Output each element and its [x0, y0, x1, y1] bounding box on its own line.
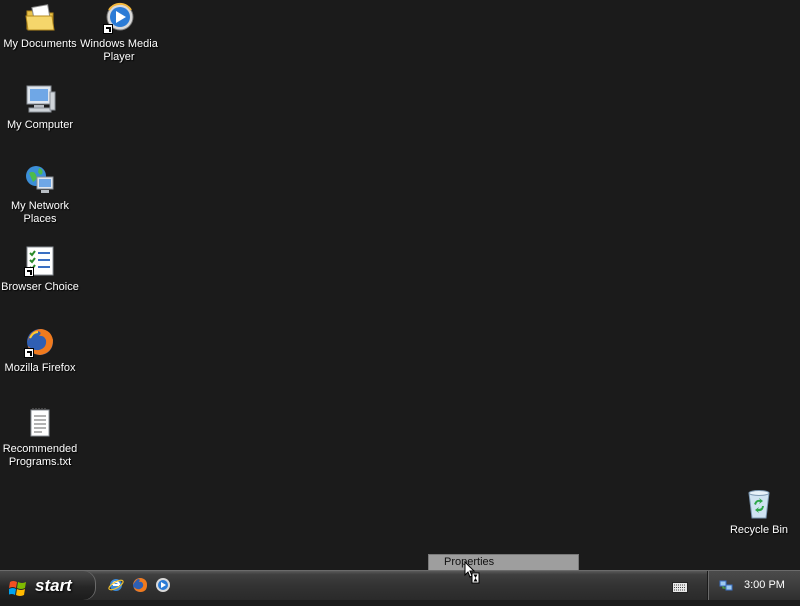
- desktop-icon-recycle-bin[interactable]: Recycle Bin: [719, 488, 799, 537]
- keyboard-icon[interactable]: [672, 580, 688, 593]
- desktop-icon-label: Windows Media Player: [80, 38, 158, 63]
- shortcut-arrow-icon: [103, 24, 113, 34]
- text-file-icon: [24, 407, 56, 439]
- desktop-icon-mozilla-firefox[interactable]: Mozilla Firefox: [0, 326, 80, 375]
- desktop-icon-recommended-programs[interactable]: Recommended Programs.txt: [0, 407, 80, 469]
- desktop: My Documents Windows Media Player My Com…: [0, 0, 800, 570]
- my-documents-icon: [24, 2, 56, 34]
- firefox-icon[interactable]: [132, 577, 148, 593]
- desktop-icon-label: Recycle Bin: [729, 524, 789, 536]
- shortcut-arrow-icon: [24, 267, 34, 277]
- shortcut-arrow-icon: [24, 348, 34, 358]
- network-places-icon: [24, 164, 56, 196]
- recycle-bin-icon: [743, 488, 775, 520]
- windows-logo-icon: [8, 577, 27, 596]
- internet-explorer-icon[interactable]: [108, 577, 124, 593]
- checklist-icon: [24, 245, 56, 277]
- desktop-icon-label: Browser Choice: [1, 281, 79, 293]
- context-menu: Properties: [428, 554, 579, 571]
- desktop-icon-my-computer[interactable]: My Computer: [0, 83, 80, 132]
- network-status-icon[interactable]: [719, 578, 733, 592]
- desktop-icon-label: Recommended Programs.txt: [2, 443, 78, 468]
- desktop-icon-windows-media-player[interactable]: Windows Media Player: [79, 2, 159, 64]
- my-computer-icon: [24, 83, 56, 115]
- desktop-icon-browser-choice[interactable]: Browser Choice: [0, 245, 80, 294]
- desktop-icon-label: Mozilla Firefox: [4, 362, 76, 374]
- windows-media-player-icon[interactable]: [155, 577, 171, 593]
- system-tray: 3:00 PM: [707, 571, 800, 600]
- windows-media-player-icon: [103, 2, 135, 34]
- firefox-icon: [24, 326, 56, 358]
- mouse-cursor-icon: [464, 560, 480, 585]
- desktop-icon-my-network-places[interactable]: My Network Places: [0, 164, 80, 226]
- clock[interactable]: 3:00 PM: [744, 579, 785, 591]
- desktop-icon-label: My Documents: [3, 38, 77, 50]
- desktop-icon-label: My Network Places: [10, 200, 70, 225]
- start-label: start: [35, 576, 72, 595]
- taskbar: start 3:00 PM: [0, 570, 800, 600]
- start-button[interactable]: start: [0, 571, 96, 600]
- desktop-icon-label: My Computer: [6, 119, 74, 131]
- desktop-icon-my-documents[interactable]: My Documents: [0, 2, 80, 51]
